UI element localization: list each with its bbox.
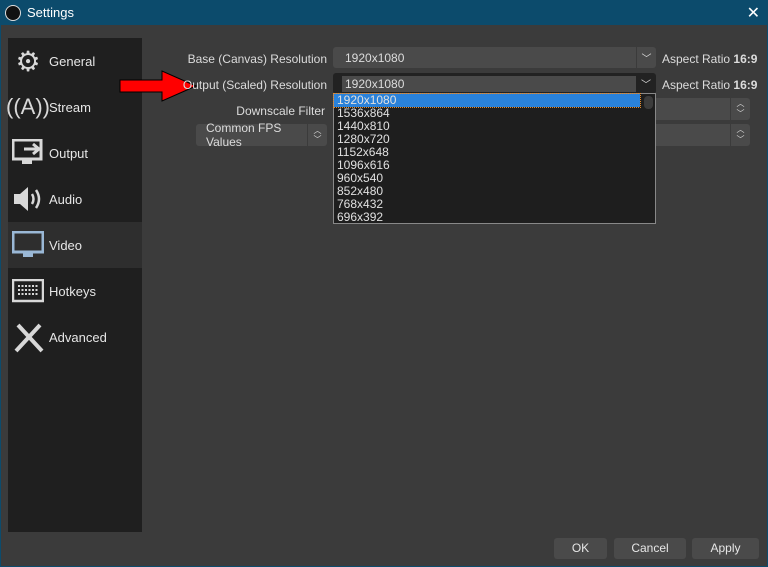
spin-arrows-icon: ︿ ﹀ [730, 124, 750, 146]
tools-icon [10, 319, 46, 355]
sidebar-item-label: Advanced [49, 329, 107, 345]
output-aspect-ratio: Aspect Ratio 16:9 [662, 78, 758, 92]
common-fps-combo[interactable]: Common FPS Values ︿ ﹀ [196, 121, 327, 149]
base-aspect-ratio: Aspect Ratio 16:9 [662, 52, 758, 66]
output-resolution-input[interactable]: 1920x1080 [342, 75, 636, 92]
downscale-filter-label: Downscale Filter [236, 104, 325, 118]
speaker-icon [10, 181, 46, 217]
resolution-dropdown-list[interactable]: 1920x1080 1536x864 1440x810 1280x720 1152x64… [333, 93, 656, 224]
settings-sidebar: ⚙ General ((A)) Stream Output Audio Video … [6, 38, 142, 532]
base-resolution-combo[interactable]: 1920x1080 ﹀ [333, 47, 656, 68]
obs-logo-icon [5, 4, 21, 21]
chevron-down-icon[interactable]: ﹀ [636, 73, 656, 94]
spin-arrows-icon: ︿ ﹀ [307, 124, 327, 146]
scrollbar[interactable] [644, 96, 653, 109]
sidebar-item-label: Output [49, 145, 89, 161]
sidebar-item-video[interactable]: Video [8, 222, 142, 268]
sidebar-item-audio[interactable]: Audio [8, 176, 142, 222]
sidebar-item-label: Audio [49, 191, 83, 207]
sidebar-item-hotkeys[interactable]: Hotkeys [8, 268, 142, 314]
ok-button[interactable]: OK [554, 538, 607, 559]
base-resolution-label: Base (Canvas) Resolution [187, 52, 327, 66]
chevron-down-icon: ﹀ [636, 47, 656, 68]
window-title: Settings [27, 5, 74, 20]
sidebar-item-advanced[interactable]: Advanced [8, 314, 142, 360]
title-bar: Settings ✕ [0, 0, 768, 25]
output-icon [10, 135, 46, 171]
sidebar-item-label: Stream [49, 99, 91, 115]
output-resolution-label: Output (Scaled) Resolution [182, 78, 327, 92]
base-resolution-value: 1920x1080 [345, 50, 405, 65]
dropdown-option[interactable]: 696x392 [334, 211, 655, 224]
monitor-icon [10, 227, 46, 263]
sidebar-item-label: General [49, 53, 96, 69]
gear-icon: ⚙ [15, 45, 41, 77]
common-fps-label: Common FPS Values [206, 121, 282, 149]
sidebar-item-output[interactable]: Output [8, 130, 142, 176]
output-resolution-combo[interactable]: 1920x1080 ﹀ [333, 73, 656, 94]
apply-button[interactable]: Apply [692, 538, 759, 559]
keyboard-icon [10, 273, 46, 309]
sidebar-item-label: Video [49, 237, 83, 253]
broadcast-icon: ((A)) [6, 94, 50, 119]
spin-arrows-icon: ︿ ﹀ [730, 98, 750, 120]
cancel-button[interactable]: Cancel [614, 538, 686, 559]
close-icon[interactable]: ✕ [747, 3, 760, 23]
sidebar-item-label: Hotkeys [49, 283, 96, 299]
